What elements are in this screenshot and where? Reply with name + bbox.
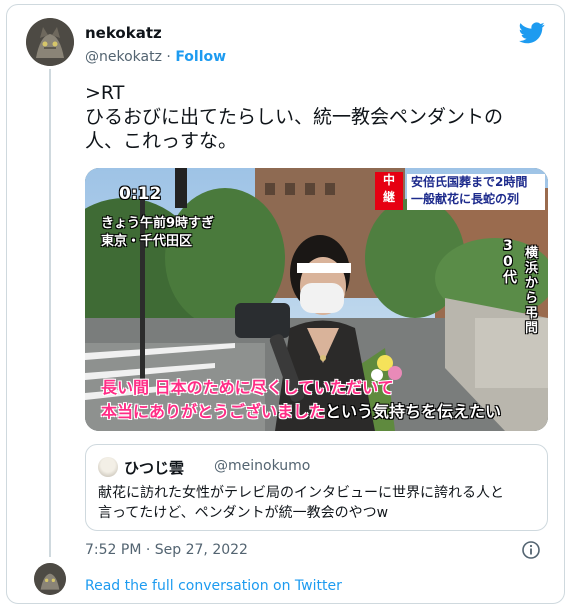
separator-dot: ·	[166, 49, 171, 65]
quoted-author-handle: @meinokumo	[214, 458, 311, 474]
author-handle-row: @nekokatz · Follow	[85, 49, 226, 65]
origin-caption: 横浜から弔問	[525, 246, 539, 336]
info-icon[interactable]	[521, 540, 541, 560]
quoted-author-name: ひつじ雲	[124, 459, 185, 477]
reader-avatar	[34, 563, 66, 595]
follow-button[interactable]: Follow	[175, 49, 226, 65]
video-thumbnail[interactable]: 0:12 きょう午前9時すぎ 東京・千代田区 中継 安倍氏国葬まで2時間 一般献…	[85, 168, 548, 431]
video-time-caption: 0:12	[119, 184, 162, 204]
subtitle-line-2-pink: 本当にありがとうございました	[101, 402, 326, 421]
twitter-bird-icon[interactable]	[519, 22, 545, 44]
live-badge: 中継	[375, 172, 403, 210]
quoted-author-avatar	[98, 457, 118, 477]
thread-line	[49, 69, 51, 557]
cat-photo	[34, 563, 66, 595]
headline-line-1: 安倍氏国葬まで2時間	[411, 175, 528, 189]
age-caption: 30代	[503, 238, 517, 286]
tweet-timestamp[interactable]: 7:52 PM · Sep 27, 2022	[85, 542, 248, 558]
tweet-text-line: ひるおびに出てたらしい、統一教会ペンダントの	[85, 106, 504, 128]
quoted-tweet-text: 献花に訪れた女性がテレビ局のインタビューに世界に誇れる人と 言ってたけど、ペンダ…	[98, 483, 538, 523]
headline-line-2: 一般献花に長蛇の列	[411, 192, 520, 206]
live-badge-text: 中継	[382, 173, 395, 204]
subtitle-line-1: 長い間 日本のために尽くしていただいて	[101, 378, 394, 397]
quoted-tweet[interactable]: ひつじ雲 @meinokumo 献花に訪れた女性がテレビ局のインタビューに世界に…	[85, 444, 548, 531]
subtitle-line-2: 本当にありがとうございましたという気持ちを伝えたい	[101, 398, 501, 422]
read-conversation-link[interactable]: Read the full conversation on Twitter	[85, 578, 342, 594]
embedded-tweet-card: nekokatz @nekokatz · Follow >RT ひるおびに出てた…	[6, 4, 565, 604]
tweet-text: >RT ひるおびに出てたらしい、統一教会ペンダントの 人、これっすな。	[85, 81, 545, 153]
location-caption: 東京・千代田区	[101, 234, 193, 249]
quoted-text-line: 言ってたけど、ペンダントが統一教会のやつw	[98, 505, 389, 521]
date-caption: きょう午前9時すぎ	[101, 216, 215, 231]
subtitle-line-2-white: という気持ちを伝えたい	[325, 402, 502, 421]
headline-box: 安倍氏国葬まで2時間 一般献花に長蛇の列	[407, 174, 545, 210]
tweet-text-line: 人、これっすな。	[85, 130, 238, 152]
quoted-text-line: 献花に訪れた女性がテレビ局のインタビューに世界に誇れる人と	[98, 485, 504, 501]
author-display-name[interactable]: nekokatz	[85, 24, 162, 42]
author-handle[interactable]: @nekokatz	[85, 49, 162, 65]
author-avatar[interactable]	[26, 18, 74, 66]
tweet-text-line: >RT	[85, 82, 125, 104]
cat-photo	[26, 18, 74, 66]
